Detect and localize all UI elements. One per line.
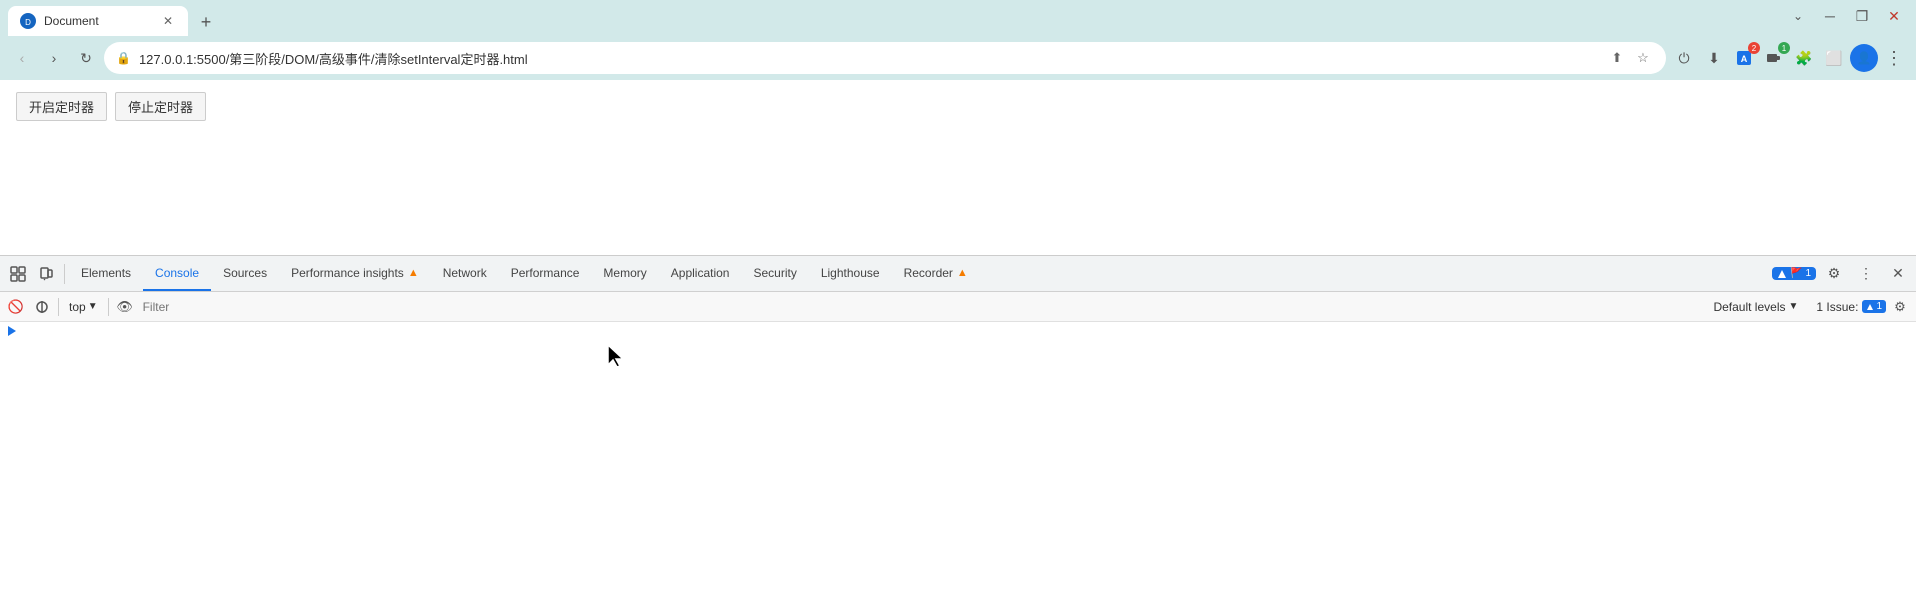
tab-security[interactable]: Security <box>741 256 808 291</box>
issues-count-badge[interactable]: 1 <box>1862 300 1886 313</box>
tab-performance-insights[interactable]: Performance insights ▲ <box>279 256 431 291</box>
tab-memory[interactable]: Memory <box>591 256 658 291</box>
page-buttons: 开启定时器 停止定时器 <box>16 92 1900 121</box>
console-area[interactable] <box>0 322 1916 597</box>
extension1-icon[interactable]: A 2 <box>1730 44 1758 72</box>
window-tab-search-button[interactable]: ⌄ <box>1784 2 1812 30</box>
extension2-badge: 1 <box>1778 42 1790 54</box>
performance-insights-warning-icon: ▲ <box>408 267 419 279</box>
devtools-tabs: Elements Console Sources Performance ins… <box>69 256 1772 291</box>
issues-count-section: 1 Issue: 1 <box>1816 300 1886 314</box>
console-divider-2 <box>108 298 109 316</box>
console-divider-1 <box>58 298 59 316</box>
navigation-bar: ‹ › ↻ 🔒 127.0.0.1:5500/第三阶段/DOM/高级事件/清除s… <box>0 36 1916 80</box>
context-dropdown-arrow: ▼ <box>88 301 98 312</box>
tab-sources[interactable]: Sources <box>211 256 279 291</box>
console-prompt <box>8 326 1908 336</box>
new-tab-button[interactable]: + <box>192 8 220 36</box>
filter-input[interactable] <box>139 300 1704 314</box>
devtools-close-button[interactable]: ✕ <box>1884 260 1912 288</box>
recorder-warning-icon: ▲ <box>957 267 968 279</box>
default-levels-label: Default levels <box>1713 300 1785 314</box>
context-dropdown[interactable]: top ▼ <box>63 298 104 316</box>
tab-bar: D Document ✕ + ⌄ ─ ❐ ✕ <box>0 0 1916 36</box>
back-button[interactable]: ‹ <box>8 44 36 72</box>
share-icon[interactable]: ⬆ <box>1606 47 1628 69</box>
default-levels-dropdown[interactable]: Default levels ▼ <box>1705 298 1806 316</box>
console-toolbar: 🚫 top ▼ 👁 Default levels ▼ 1 Issue: <box>0 292 1916 322</box>
console-settings-button[interactable]: ⚙ <box>1888 295 1912 319</box>
tab-application[interactable]: Application <box>659 256 742 291</box>
devtools-tab-bar: Elements Console Sources Performance ins… <box>0 256 1916 292</box>
address-icons: ⬆ ☆ <box>1606 47 1654 69</box>
issues-badge-count: 1 <box>1805 268 1811 279</box>
power-icon[interactable]: ⏻ <box>1670 44 1698 72</box>
issues-badge[interactable]: 🚩 1 <box>1772 267 1816 280</box>
inspect-element-icon[interactable] <box>4 260 32 288</box>
tab-console[interactable]: Console <box>143 256 211 291</box>
issues-badge-label: 🚩 <box>1790 268 1802 279</box>
tab-performance[interactable]: Performance <box>499 256 592 291</box>
address-text: 127.0.0.1:5500/第三阶段/DOM/高级事件/清除setInterv… <box>139 49 1598 68</box>
context-label: top <box>69 300 86 314</box>
clear-console-button[interactable]: 🚫 <box>4 295 28 319</box>
bookmark-icon[interactable]: ☆ <box>1632 47 1654 69</box>
console-filter-button[interactable] <box>30 295 54 319</box>
svg-text:D: D <box>25 18 31 27</box>
issues-count-value: 1 <box>1876 301 1882 312</box>
tab-elements[interactable]: Elements <box>69 256 143 291</box>
window-close-button[interactable]: ✕ <box>1880 2 1908 30</box>
forward-button[interactable]: › <box>40 44 68 72</box>
tab-close-button[interactable]: ✕ <box>160 13 176 29</box>
eye-icon[interactable]: 👁 <box>113 295 137 319</box>
devtools-more-button[interactable]: ⋮ <box>1852 260 1880 288</box>
devtools-settings-button[interactable]: ⚙ <box>1820 260 1848 288</box>
start-timer-button[interactable]: 开启定时器 <box>16 92 107 121</box>
extension1-badge: 2 <box>1748 42 1760 54</box>
svg-text:A: A <box>1741 54 1748 64</box>
extension2-icon-wrap: 1 <box>1760 44 1788 72</box>
tab-title: Document <box>44 14 152 28</box>
extensions-button[interactable]: 🧩 <box>1790 44 1818 72</box>
issues-count-label: 1 Issue: <box>1816 300 1858 314</box>
security-icon: 🔒 <box>116 51 131 65</box>
tab-network[interactable]: Network <box>431 256 499 291</box>
tab-recorder[interactable]: Recorder ▲ <box>892 256 980 291</box>
device-toolbar-icon[interactable] <box>32 260 60 288</box>
devtools-panel: Elements Console Sources Performance ins… <box>0 255 1916 597</box>
browser-chrome: D Document ✕ + ⌄ ─ ❐ ✕ ‹ › ↻ 🔒 127.0.0.1… <box>0 0 1916 597</box>
toolbar-divider-1 <box>64 264 65 284</box>
extension2-icon[interactable]: 1 <box>1760 44 1788 72</box>
stop-timer-button[interactable]: 停止定时器 <box>115 92 206 121</box>
nav-right-icons: ⏻ ⬇ A 2 1 <box>1670 44 1908 72</box>
default-levels-arrow: ▼ <box>1789 301 1799 312</box>
address-bar[interactable]: 🔒 127.0.0.1:5500/第三阶段/DOM/高级事件/清除setInte… <box>104 42 1666 74</box>
console-caret-icon[interactable] <box>8 326 16 336</box>
reload-button[interactable]: ↻ <box>72 44 100 72</box>
sidebar-button[interactable]: ⬜ <box>1820 44 1848 72</box>
window-minimize-button[interactable]: ─ <box>1816 2 1844 30</box>
browser-tab-active[interactable]: D Document ✕ <box>8 6 188 36</box>
page-content: 开启定时器 停止定时器 <box>0 80 1916 255</box>
window-restore-button[interactable]: ❐ <box>1848 2 1876 30</box>
tab-favicon: D <box>20 13 36 29</box>
tab-lighthouse[interactable]: Lighthouse <box>809 256 892 291</box>
profile-icon[interactable]: 👤 <box>1850 44 1878 72</box>
download-icon[interactable]: ⬇ <box>1700 44 1728 72</box>
extension1-icon-wrap: A 2 <box>1730 44 1758 72</box>
devtools-tab-right: 🚩 1 ⚙ ⋮ ✕ <box>1772 260 1912 288</box>
menu-button[interactable]: ⋮ <box>1880 44 1908 72</box>
